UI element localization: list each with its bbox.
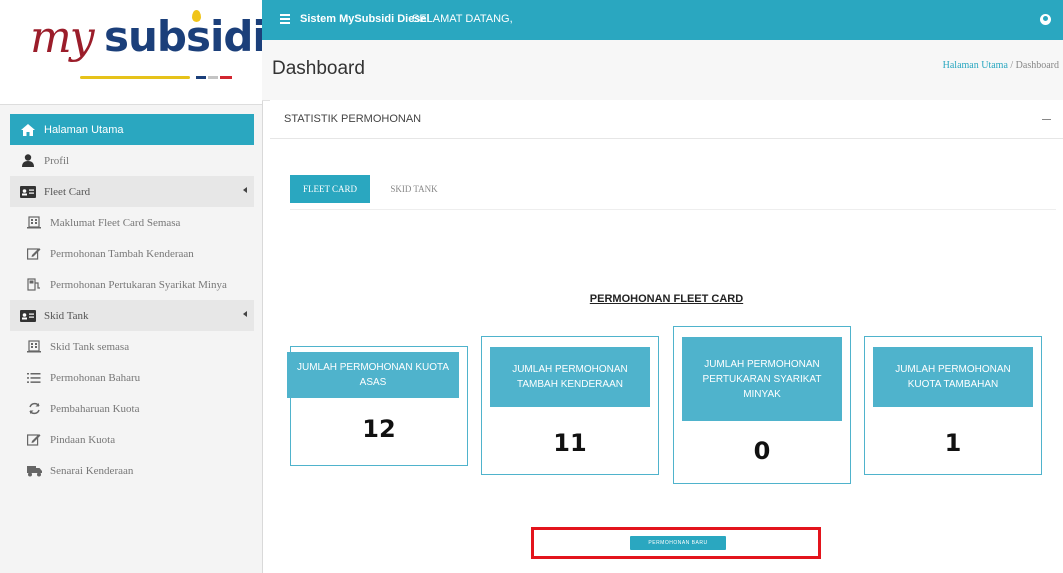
- logo-subsidi-text: subsidi: [104, 12, 267, 61]
- id-card-icon: [20, 309, 36, 323]
- welcome-text: SELAMAT DATANG,: [412, 13, 513, 25]
- chevron-right-icon: [243, 187, 247, 193]
- sidebar-item-label: Halaman Utama: [44, 123, 124, 136]
- sidebar-item-label: Maklumat Fleet Card Semasa: [50, 216, 181, 229]
- page-title: Dashboard: [272, 58, 365, 79]
- breadcrumb-current: Dashboard: [1015, 60, 1059, 71]
- sidebar-item-permohonan-baharu[interactable]: Permohonan Baharu: [10, 362, 254, 393]
- breadcrumb: Halaman Utama / Dashboard: [943, 60, 1059, 71]
- new-application-button[interactable]: PERMOHONAN BARU: [630, 536, 726, 550]
- building-icon: [26, 216, 42, 230]
- sidebar-item-pindaan-kuota[interactable]: Pindaan Kuota: [10, 424, 254, 455]
- sidebar-item-halaman-utama[interactable]: Halaman Utama: [10, 114, 254, 145]
- stat-card-pertukaran-syarikat: JUMLAH PERMOHONAN PERTUKARAN SYARIKAT MI…: [673, 326, 851, 484]
- user-icon: [20, 154, 36, 168]
- user-account-icon[interactable]: [1040, 14, 1051, 25]
- logo-flag-blue: [196, 76, 206, 79]
- sidebar-item-senarai-kenderaan[interactable]: Senarai Kenderaan: [10, 455, 254, 486]
- collapse-minus-icon[interactable]: [1042, 119, 1051, 120]
- top-navbar: Sistem MySubsidi Diesel SELAMAT DATANG,: [262, 0, 1063, 40]
- sidebar-item-fleet-card[interactable]: Fleet Card: [10, 176, 254, 207]
- logo-flag-grey: [208, 76, 218, 79]
- app-brand: Sistem MySubsidi Diesel: [300, 13, 430, 25]
- logo-my-text: my: [30, 12, 95, 63]
- sidebar-item-label: Permohonan Pertukaran Syarikat Minya: [50, 278, 227, 291]
- sidebar-item-skid-tank-semasa[interactable]: Skid Tank semasa: [10, 331, 254, 362]
- stat-card-value: 1: [944, 429, 962, 457]
- tab-fleet-card[interactable]: FLEET CARD: [290, 175, 370, 203]
- sidebar-item-permohonan-tambah-kenderaan[interactable]: Permohonan Tambah Kenderaan: [10, 238, 254, 269]
- breadcrumb-separator: /: [1010, 60, 1014, 71]
- sidebar-item-label: Permohonan Tambah Kenderaan: [50, 247, 194, 260]
- logo-swoosh: [80, 76, 190, 79]
- menu-toggle-icon[interactable]: [280, 14, 290, 26]
- logo-flag-red: [220, 76, 232, 79]
- edit-icon: [26, 433, 42, 447]
- logo[interactable]: my subsidi: [0, 0, 267, 105]
- sidebar-item-label: Skid Tank: [44, 309, 89, 322]
- stat-card-label: JUMLAH PERMOHONAN KUOTA ASAS: [287, 352, 459, 398]
- building-icon: [26, 340, 42, 354]
- sidebar: my subsidi Halaman Utama Profil Fleet Ca…: [0, 0, 267, 573]
- stat-card-kuota-tambahan: JUMLAH PERMOHONAN KUOTA TAMBAHAN 1: [864, 336, 1042, 475]
- list-icon: [26, 371, 42, 385]
- sidebar-item-label: Senarai Kenderaan: [50, 464, 134, 477]
- sidebar-item-skid-tank[interactable]: Skid Tank: [10, 300, 254, 331]
- stat-card-value: 11: [553, 429, 587, 457]
- stat-card-value: 0: [753, 437, 771, 465]
- panel-header: STATISTIK PERMOHONAN: [270, 100, 1063, 139]
- sidebar-menu: Halaman Utama Profil Fleet Card Maklumat…: [10, 114, 254, 486]
- tab-skid-tank[interactable]: SKID TANK: [378, 175, 450, 203]
- edit-icon: [26, 247, 42, 261]
- stat-card-label: JUMLAH PERMOHONAN KUOTA TAMBAHAN: [873, 347, 1033, 407]
- tab-bar: FLEET CARD SKID TANK: [290, 175, 1056, 210]
- sidebar-item-label: Fleet Card: [44, 185, 91, 198]
- sidebar-item-maklumat-fleet-card[interactable]: Maklumat Fleet Card Semasa: [10, 207, 254, 238]
- sidebar-item-profil[interactable]: Profil: [10, 145, 254, 176]
- stat-card-kuota-asas: JUMLAH PERMOHONAN KUOTA ASAS 12: [287, 346, 468, 466]
- sidebar-item-permohonan-pertukaran-syarikat[interactable]: Permohonan Pertukaran Syarikat Minya: [10, 269, 254, 300]
- content-header: Dashboard Halaman Utama / Dashboard: [262, 40, 1063, 101]
- sidebar-item-label: Pindaan Kuota: [50, 433, 116, 446]
- refresh-icon: [26, 402, 42, 416]
- sidebar-item-label: Profil: [44, 154, 70, 167]
- stat-card-value: 12: [362, 415, 396, 443]
- stat-card-label: JUMLAH PERMOHONAN PERTUKARAN SYARIKAT MI…: [682, 337, 842, 421]
- home-icon: [20, 123, 36, 137]
- sidebar-item-label: Pembaharuan Kuota: [50, 402, 140, 415]
- breadcrumb-home-link[interactable]: Halaman Utama: [943, 60, 1008, 71]
- sidebar-item-label: Permohonan Baharu: [50, 371, 141, 384]
- section-title: PERMOHONAN FLEET CARD: [589, 293, 744, 305]
- sidebar-item-pembaharuan-kuota[interactable]: Pembaharuan Kuota: [10, 393, 254, 424]
- truck-icon: [26, 464, 42, 478]
- logo-drop-icon: [192, 10, 201, 22]
- fuel-icon: [26, 278, 42, 292]
- sidebar-item-label: Skid Tank semasa: [50, 340, 130, 353]
- stat-card-tambah-kenderaan: JUMLAH PERMOHONAN TAMBAH KENDERAAN 11: [481, 336, 659, 475]
- stat-card-label: JUMLAH PERMOHONAN TAMBAH KENDERAAN: [490, 347, 650, 407]
- panel-title: STATISTIK PERMOHONAN: [284, 113, 422, 125]
- id-card-icon: [20, 185, 36, 199]
- chevron-right-icon: [243, 311, 247, 317]
